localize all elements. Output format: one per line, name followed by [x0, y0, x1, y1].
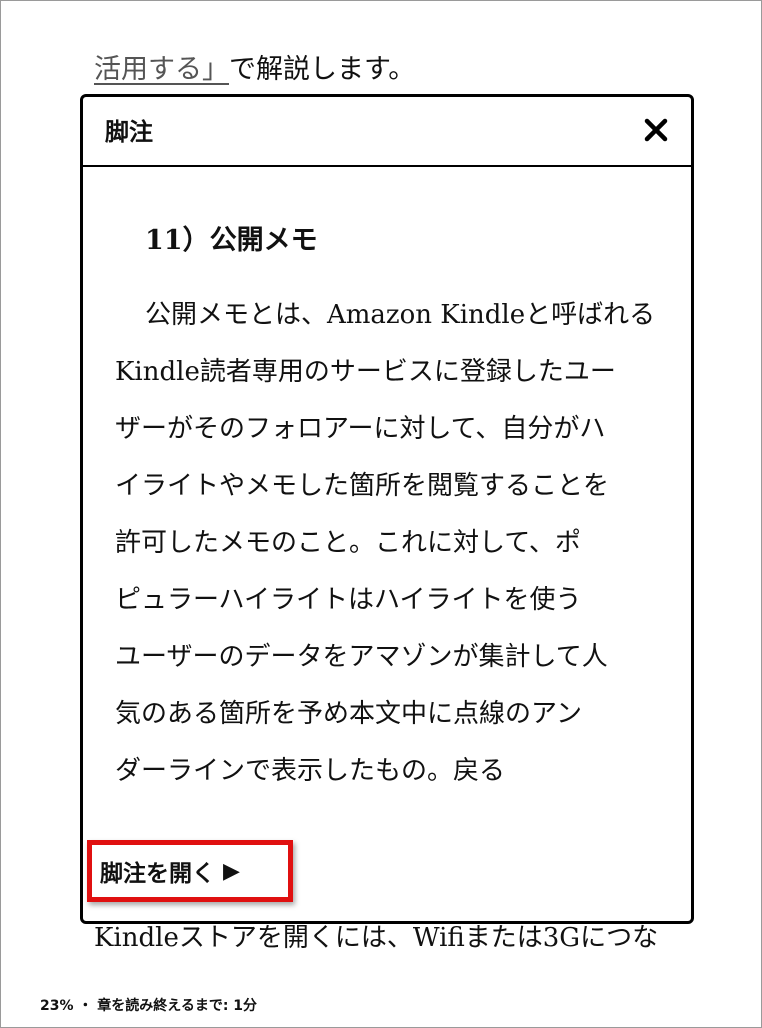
dialog-title: 脚注	[105, 118, 153, 146]
book-text-bottom: Kindleストアを開くには、Wifiまたは3Gにつな	[94, 923, 659, 953]
footnote-body: 公開メモとは、Amazon Kindleと呼ばれる Kindle読者専用のサービ…	[115, 287, 675, 800]
footnote-line: Kindle読者専用のサービスに登録したユー	[115, 357, 616, 387]
footnote-line: ユーザーのデータをアマゾンが集計して人	[115, 642, 608, 672]
footnote-line[interactable]: ダーラインで表示したもの。戻る	[115, 743, 675, 800]
book-text-top: 活用する」で解説します。	[94, 50, 415, 90]
dialog-header: 脚注	[83, 97, 691, 167]
book-text-top-rest: で解説します。	[229, 54, 416, 85]
reading-progress-status: 23% ・ 章を読み終えるまで: 1分	[40, 998, 258, 1014]
footnote-line: 気のある箇所を予め本文中に点線のアン	[115, 699, 582, 729]
footnote-heading: 11）公開メモ	[145, 225, 318, 256]
footnote-line: ザーがそのフォロアーに対して、自分がハ	[115, 414, 606, 444]
footnote-line: ピュラーハイライトはハイライトを使う	[115, 585, 582, 615]
open-footnote-label: 脚注を開く	[100, 861, 215, 887]
footnote-dialog: 脚注 11）公開メモ 公開メモとは、Amazon Kindleと呼ばれる Kin…	[80, 94, 694, 924]
open-footnote-button[interactable]: 脚注を開く ▶	[87, 840, 293, 902]
book-link[interactable]: 活用する」	[94, 54, 229, 85]
footnote-line: 公開メモとは、Amazon Kindleと呼ばれる	[145, 300, 656, 330]
footnote-line: 許可したメモのこと。これに対して、ポ	[115, 528, 581, 558]
close-button[interactable]	[639, 113, 673, 147]
footnote-line: イライトやメモした箇所を閲覧することを	[115, 471, 610, 501]
play-arrow-icon: ▶	[223, 858, 240, 884]
close-icon	[644, 118, 668, 142]
